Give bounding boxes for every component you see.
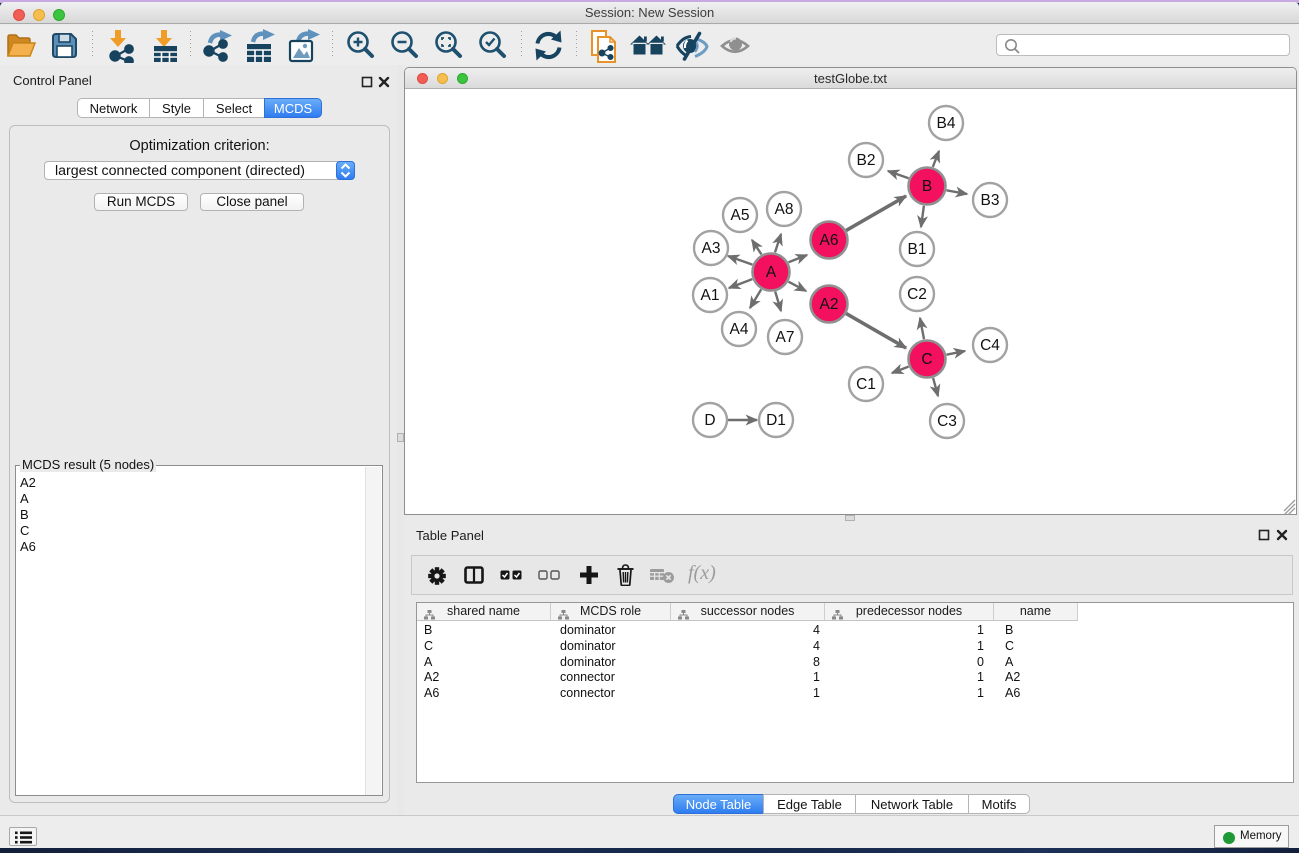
svg-text:B2: B2 <box>857 152 876 169</box>
svg-text:A: A <box>766 264 777 281</box>
svg-text:B1: B1 <box>908 241 927 258</box>
svg-text:B4: B4 <box>937 115 956 132</box>
svg-text:A8: A8 <box>775 201 794 218</box>
svg-text:C4: C4 <box>980 337 1000 354</box>
svg-text:A6: A6 <box>820 232 839 249</box>
svg-text:C3: C3 <box>937 413 957 430</box>
svg-text:A2: A2 <box>820 296 839 313</box>
svg-text:D: D <box>704 412 715 429</box>
svg-text:D1: D1 <box>766 412 786 429</box>
svg-text:A7: A7 <box>776 329 795 346</box>
svg-text:A4: A4 <box>730 321 749 338</box>
svg-text:C2: C2 <box>907 286 927 303</box>
svg-text:C: C <box>921 351 932 368</box>
svg-text:A3: A3 <box>702 240 721 257</box>
svg-text:B3: B3 <box>981 192 1000 209</box>
svg-text:A1: A1 <box>701 287 720 304</box>
svg-text:A5: A5 <box>731 207 750 224</box>
svg-text:B: B <box>922 178 932 195</box>
svg-text:C1: C1 <box>856 376 876 393</box>
